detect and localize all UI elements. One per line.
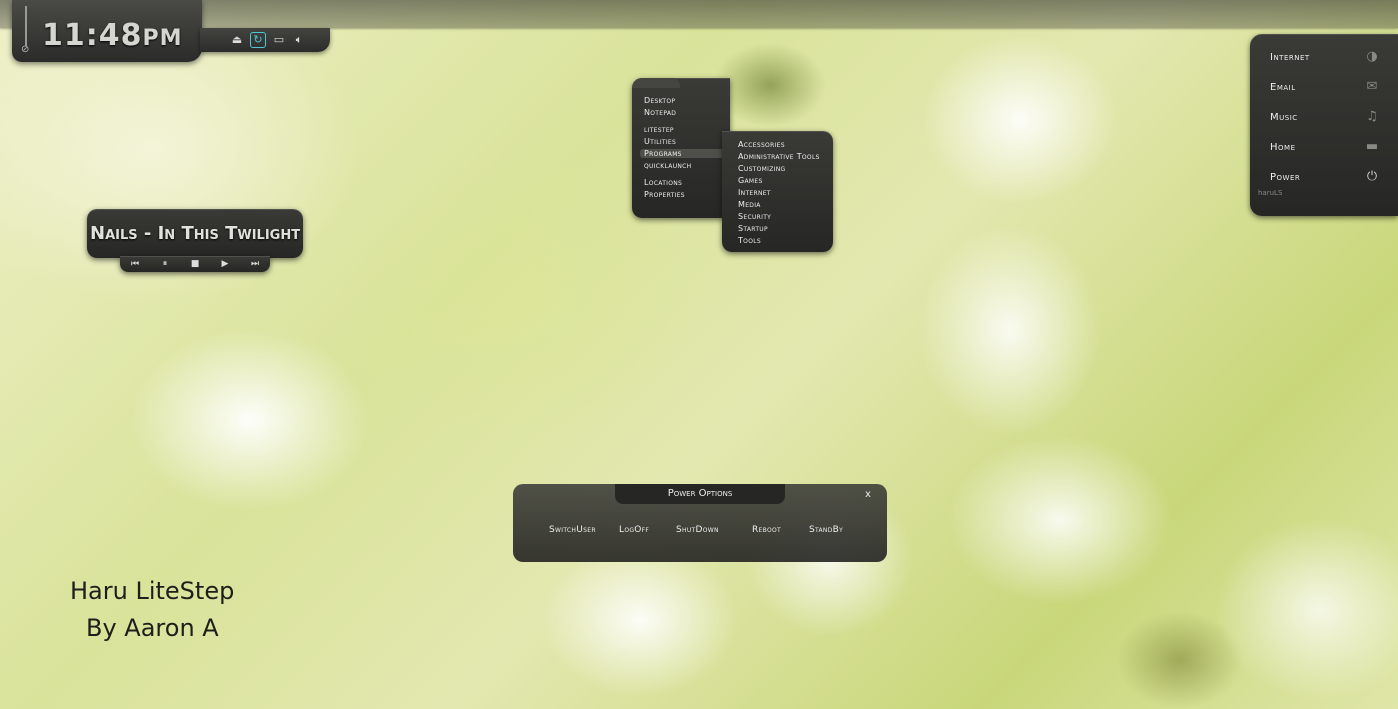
quick-item-internet[interactable]: Internet ◑ bbox=[1270, 47, 1380, 67]
speaker-icon[interactable]: 🔈︎ bbox=[292, 33, 306, 47]
eject-icon[interactable]: ⏏ bbox=[230, 33, 244, 47]
menu-item-notepad[interactable]: Notepad bbox=[644, 108, 676, 117]
quick-item-home[interactable]: Home ▬ bbox=[1270, 137, 1380, 157]
pin-icon[interactable]: ⊘ bbox=[21, 44, 29, 55]
stop-icon[interactable]: ■ bbox=[185, 259, 205, 269]
credit-title: Haru LiteStep bbox=[70, 577, 235, 605]
stand-by-button[interactable]: StandBy bbox=[809, 525, 843, 535]
power-icon: ⏻ bbox=[1366, 169, 1378, 184]
quick-item-label: Internet bbox=[1270, 51, 1310, 63]
top-bar bbox=[0, 0, 1398, 28]
clock-panel: ⊘ 11:48PM bbox=[12, 0, 202, 62]
menu-item-desktop[interactable]: Desktop bbox=[644, 96, 675, 105]
quick-launch-panel: Internet ◑ Email ✉ Music ♫ Home ▬ Power … bbox=[1250, 34, 1398, 216]
menu-item-properties[interactable]: Properties bbox=[644, 190, 685, 199]
monitor-icon[interactable]: ▭ bbox=[272, 33, 286, 47]
clock-hours: 11:48 bbox=[42, 18, 143, 53]
log-off-button[interactable]: LogOff bbox=[619, 525, 649, 535]
submenu-item-games[interactable]: Games bbox=[738, 176, 763, 185]
theme-tag: haruLS bbox=[1258, 189, 1283, 197]
play-icon[interactable]: ▶ bbox=[215, 259, 235, 269]
power-options-dialog: Power Options x SwitchUser LogOff ShutDo… bbox=[513, 484, 887, 562]
submenu-item-tools[interactable]: Tools bbox=[738, 236, 761, 245]
media-player: Nails - In This Twilight bbox=[87, 209, 303, 258]
shut-down-button[interactable]: ShutDown bbox=[676, 525, 719, 535]
quick-item-label: Email bbox=[1270, 81, 1296, 93]
player-controls: ⏮ ⏸ ■ ▶ ⏭ bbox=[120, 256, 270, 272]
submenu-item-media[interactable]: Media bbox=[738, 200, 761, 209]
close-button[interactable]: x bbox=[865, 489, 871, 500]
quick-item-label: Home bbox=[1270, 141, 1296, 153]
submenu-item-administrative-tools[interactable]: Administrative Tools bbox=[738, 152, 820, 161]
quick-item-power[interactable]: Power ⏻ bbox=[1270, 167, 1380, 187]
monitor-icon: ▬ bbox=[1365, 139, 1379, 154]
envelope-icon: ✉ bbox=[1366, 79, 1378, 94]
submenu-item-customizing[interactable]: Customizing bbox=[738, 164, 785, 173]
clock-divider bbox=[25, 6, 27, 46]
pause-icon[interactable]: ⏸ bbox=[155, 259, 175, 269]
track-title: Nails - In This Twilight bbox=[90, 223, 300, 244]
music-note-icon: ♫ bbox=[1366, 109, 1378, 124]
menu-item-programs[interactable]: Programs bbox=[640, 149, 724, 158]
programs-submenu: Accessories Administrative Tools Customi… bbox=[722, 131, 833, 252]
menu-item-locations[interactable]: Locations bbox=[644, 178, 682, 187]
menu-item-litestep[interactable]: litestep bbox=[644, 125, 674, 134]
submenu-item-internet[interactable]: Internet bbox=[738, 188, 771, 197]
clock-time: 11:48PM bbox=[42, 18, 183, 53]
system-tray: ⏏ ↻ ▭ 🔈︎ bbox=[200, 28, 330, 52]
menu-item-quicklaunch[interactable]: quicklaunch bbox=[644, 161, 691, 170]
menu-item-utilities[interactable]: Utilities bbox=[644, 137, 676, 146]
quick-item-email[interactable]: Email ✉ bbox=[1270, 77, 1380, 97]
quick-item-label: Music bbox=[1270, 111, 1298, 123]
quick-item-music[interactable]: Music ♫ bbox=[1270, 107, 1380, 127]
submenu-item-startup[interactable]: Startup bbox=[738, 224, 768, 233]
quick-item-label: Power bbox=[1270, 171, 1301, 183]
clock-ampm: PM bbox=[142, 26, 183, 51]
submenu-item-accessories[interactable]: Accessories bbox=[738, 140, 785, 149]
credit-author: By Aaron A bbox=[86, 614, 219, 642]
next-icon[interactable]: ⏭ bbox=[245, 259, 265, 269]
reboot-button[interactable]: Reboot bbox=[752, 525, 781, 535]
submenu-item-security[interactable]: Security bbox=[738, 212, 771, 221]
switch-user-button[interactable]: SwitchUser bbox=[549, 525, 596, 535]
power-options-title: Power Options bbox=[615, 484, 785, 504]
refresh-icon[interactable]: ↻ bbox=[250, 32, 266, 48]
main-popup-menu: Desktop Notepad litestep Utilities Progr… bbox=[632, 78, 730, 218]
previous-icon[interactable]: ⏮ bbox=[125, 259, 145, 269]
globe-icon: ◑ bbox=[1366, 49, 1378, 64]
